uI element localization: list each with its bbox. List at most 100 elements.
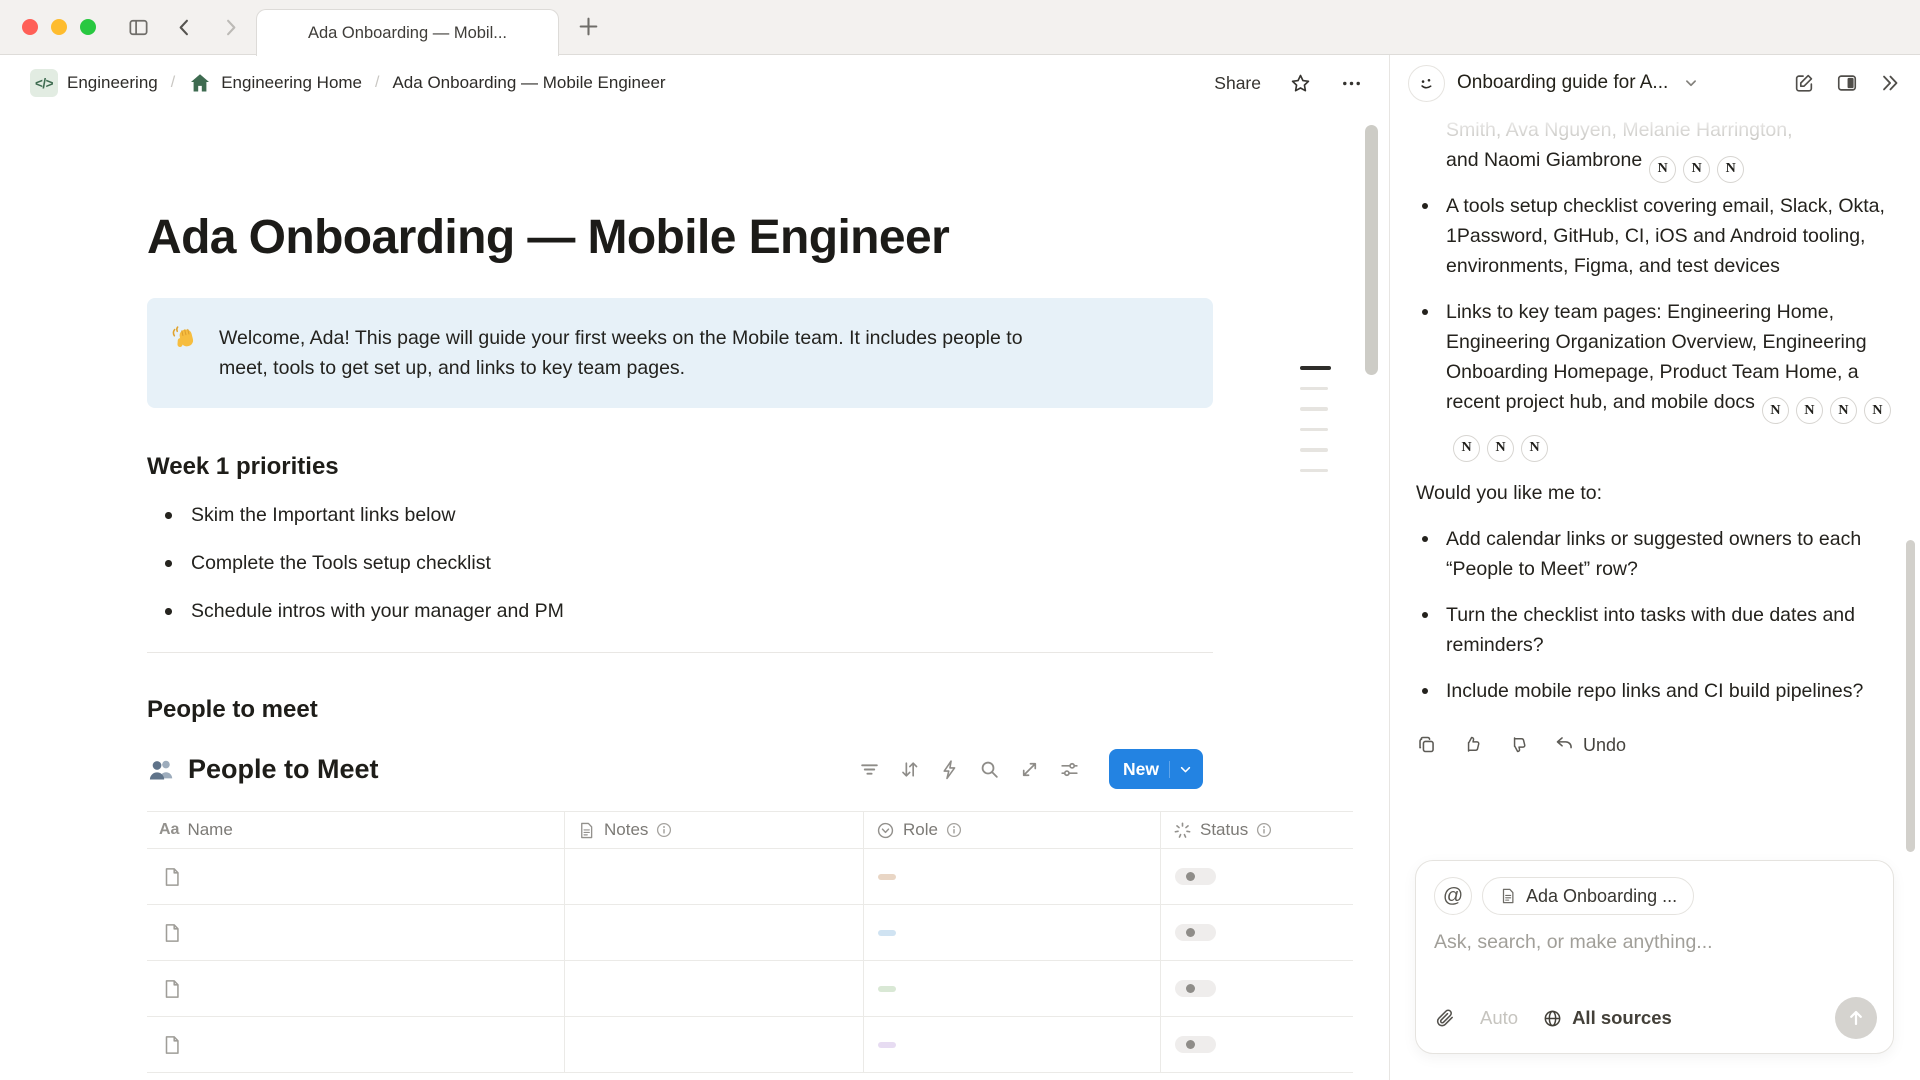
cell-notes[interactable] xyxy=(564,905,863,960)
outline-indicator xyxy=(1300,366,1331,472)
cell-role[interactable] xyxy=(863,1017,1160,1072)
cell-role[interactable] xyxy=(863,849,1160,904)
cell-status[interactable] xyxy=(1160,849,1353,904)
share-button[interactable]: Share xyxy=(1214,73,1261,94)
table-row[interactable] xyxy=(147,961,1353,1017)
expand-icon[interactable] xyxy=(1019,759,1040,780)
database-header: People to Meet New xyxy=(147,749,1203,789)
notion-page-badge-icon[interactable]: N xyxy=(1717,156,1744,183)
cell-name[interactable] xyxy=(147,961,564,1016)
cell-notes[interactable] xyxy=(564,849,863,904)
status-dot xyxy=(1186,872,1195,881)
text-type-icon: Aa xyxy=(159,821,179,839)
week1-item: Complete the Tools setup checklist xyxy=(147,549,1389,577)
cell-name[interactable] xyxy=(147,1017,564,1072)
table-row[interactable] xyxy=(147,849,1353,905)
context-page-pill[interactable]: Ada Onboarding ... xyxy=(1482,877,1694,915)
copy-icon[interactable] xyxy=(1416,734,1437,755)
cell-notes[interactable] xyxy=(564,1017,863,1072)
page-doc-icon xyxy=(161,1034,183,1056)
filter-icon[interactable] xyxy=(859,759,880,780)
mention-button[interactable]: @ xyxy=(1434,877,1472,915)
column-header-name[interactable]: Aa Name xyxy=(147,812,564,848)
thumbs-down-icon[interactable] xyxy=(1508,734,1529,755)
outline-line[interactable] xyxy=(1300,469,1328,473)
status-pill xyxy=(1175,980,1216,997)
outline-line[interactable] xyxy=(1300,407,1328,411)
column-header-role[interactable]: Role xyxy=(863,812,1160,848)
breadcrumb-current-page[interactable]: Ada Onboarding — Mobile Engineer xyxy=(388,70,669,96)
info-icon[interactable] xyxy=(1256,822,1272,838)
notion-page-badge-icon[interactable]: N xyxy=(1683,156,1710,183)
cell-status[interactable] xyxy=(1160,905,1353,960)
ai-chat-input[interactable] xyxy=(1434,931,1875,954)
cell-status[interactable] xyxy=(1160,1017,1353,1072)
info-icon[interactable] xyxy=(946,822,962,838)
notion-page-badge-icon[interactable]: N xyxy=(1830,397,1857,424)
cell-role[interactable] xyxy=(863,961,1160,1016)
page-content: Ada Onboarding — Mobile Engineer Welcome… xyxy=(0,111,1389,1073)
forward-icon[interactable] xyxy=(219,16,242,39)
new-button-chevron-icon[interactable] xyxy=(1169,761,1203,778)
zoom-window-button[interactable] xyxy=(80,19,96,35)
undo-button[interactable]: Undo xyxy=(1554,730,1626,760)
ai-panel-header: Onboarding guide for A... xyxy=(1390,55,1919,111)
notion-page-badge-icon[interactable]: N xyxy=(1453,435,1480,462)
status-dot xyxy=(1186,984,1195,993)
table-header-row: Aa Name Notes Role St xyxy=(147,812,1353,849)
breadcrumb-home[interactable]: Engineering Home xyxy=(184,68,366,98)
divider xyxy=(147,652,1213,653)
notes-type-icon xyxy=(577,821,596,840)
breadcrumb-separator: / xyxy=(171,74,175,92)
outline-line[interactable] xyxy=(1300,366,1331,370)
notion-page-badge-icon[interactable]: N xyxy=(1521,435,1548,462)
favorite-star-icon[interactable] xyxy=(1289,72,1312,95)
thread-chevron-down-icon[interactable] xyxy=(1682,74,1700,92)
main-scrollbar[interactable] xyxy=(1365,125,1378,375)
ai-suggestion-item: Include mobile repo links and CI build p… xyxy=(1416,676,1893,706)
table-row[interactable] xyxy=(147,905,1353,961)
cell-status[interactable] xyxy=(1160,961,1353,1016)
notion-page-badge-icon[interactable]: N xyxy=(1864,397,1891,424)
notion-page-badge-icon[interactable]: N xyxy=(1762,397,1789,424)
new-chat-compose-icon[interactable] xyxy=(1793,72,1815,94)
new-tab-icon[interactable] xyxy=(576,14,601,39)
cell-notes[interactable] xyxy=(564,961,863,1016)
new-button[interactable]: New xyxy=(1109,749,1203,789)
toggle-sidebar-icon[interactable] xyxy=(127,16,150,39)
cell-role[interactable] xyxy=(863,905,1160,960)
close-window-button[interactable] xyxy=(22,19,38,35)
all-sources-button[interactable]: All sources xyxy=(1542,1007,1672,1029)
attach-paperclip-icon[interactable] xyxy=(1434,1007,1456,1029)
notion-page-badge-icon[interactable]: N xyxy=(1649,156,1676,183)
outline-line[interactable] xyxy=(1300,387,1328,391)
panel-layout-icon[interactable] xyxy=(1836,72,1858,94)
collapse-panel-icon[interactable] xyxy=(1879,72,1901,94)
table-row[interactable] xyxy=(147,1017,1353,1073)
sort-icon[interactable] xyxy=(899,759,920,780)
cell-name[interactable] xyxy=(147,905,564,960)
browser-tab[interactable]: Ada Onboarding — Mobil... xyxy=(256,9,559,56)
ai-panel-scrollbar[interactable] xyxy=(1906,540,1915,852)
column-header-status[interactable]: Status xyxy=(1160,812,1353,848)
page-doc-icon xyxy=(161,866,183,888)
automation-lightning-icon[interactable] xyxy=(939,759,960,780)
auto-mode-button[interactable]: Auto xyxy=(1480,1007,1518,1029)
breadcrumb-workspace[interactable]: </> Engineering xyxy=(26,66,162,100)
outline-line[interactable] xyxy=(1300,448,1328,452)
column-header-notes[interactable]: Notes xyxy=(564,812,863,848)
send-button[interactable] xyxy=(1835,997,1877,1039)
view-settings-icon[interactable] xyxy=(1059,759,1080,780)
ai-summary-item: Links to key team pages: Engineering Hom… xyxy=(1416,297,1893,462)
back-icon[interactable] xyxy=(173,16,196,39)
search-icon[interactable] xyxy=(979,759,1000,780)
info-icon[interactable] xyxy=(656,822,672,838)
role-tag xyxy=(878,1042,896,1048)
thumbs-up-icon[interactable] xyxy=(1462,734,1483,755)
notion-page-badge-icon[interactable]: N xyxy=(1796,397,1823,424)
cell-name[interactable] xyxy=(147,849,564,904)
more-options-icon[interactable] xyxy=(1340,72,1363,95)
notion-page-badge-icon[interactable]: N xyxy=(1487,435,1514,462)
outline-line[interactable] xyxy=(1300,428,1328,432)
minimize-window-button[interactable] xyxy=(51,19,67,35)
